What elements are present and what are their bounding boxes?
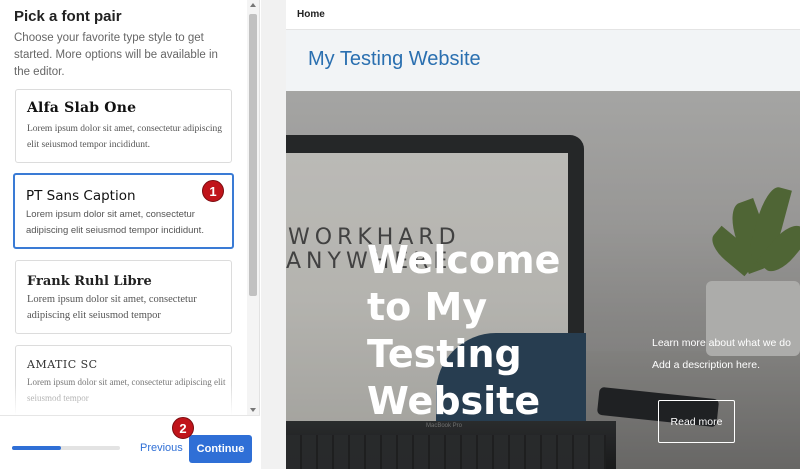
continue-button[interactable]: Continue [189, 435, 252, 463]
site-title[interactable]: My Testing Website [308, 48, 481, 71]
wizard-footer: Previous Continue [0, 415, 260, 469]
site-header: My Testing Website [286, 30, 800, 91]
font-pair-card-pt-sans-caption[interactable]: PT Sans Caption Lorem ipsum dolor sit am… [13, 173, 234, 249]
website-preview: Home My Testing Website WORKHARD ANYWHER… [286, 0, 800, 469]
panel-scrollbar[interactable] [247, 0, 259, 415]
hero-description-2[interactable]: Add a description here. [652, 359, 760, 371]
progress-bar-fill [12, 446, 61, 450]
panel-description: Choose your favorite type style to get s… [14, 32, 218, 78]
font-pair-sample: Lorem ipsum dolor sit amet, consectetur … [26, 209, 204, 236]
app-root: Pick a font pair Choose your favorite ty… [0, 0, 800, 469]
font-pair-title: PT Sans Caption [26, 188, 136, 204]
font-pair-title: Alfa Slab One [27, 100, 137, 116]
annotation-marker-2: 2 [172, 417, 194, 439]
scroll-down-arrow-icon[interactable] [250, 408, 256, 412]
font-pair-card-alfa-slab-one[interactable]: Alfa Slab One Lorem ipsum dolor sit amet… [15, 89, 232, 163]
read-more-button[interactable]: Read more [658, 400, 735, 443]
font-pair-sample: Lorem ipsum dolor sit amet, consectetur … [27, 294, 197, 321]
hero-title[interactable]: Welcome to My Testing Website [367, 237, 617, 425]
hero-description[interactable]: Learn more about what we do [652, 337, 791, 349]
nav-link-home[interactable]: Home [297, 9, 325, 20]
font-picker-panel: Pick a font pair Choose your favorite ty… [0, 0, 260, 469]
font-pair-card-frank-ruhl-libre[interactable]: Frank Ruhl Libre Lorem ipsum dolor sit a… [15, 260, 232, 334]
scroll-up-arrow-icon[interactable] [250, 3, 256, 7]
progress-bar [12, 446, 120, 450]
font-pair-title: Frank Ruhl Libre [27, 274, 152, 289]
panel-divider [261, 0, 286, 469]
font-pair-title: AMATIC SC [27, 358, 98, 371]
hero-section: WORKHARD ANYWHERE MacBook Pro Welcome to… [286, 91, 800, 469]
annotation-marker-1: 1 [202, 180, 224, 202]
scroll-fade [0, 385, 246, 415]
previous-button[interactable]: Previous [140, 442, 183, 454]
font-pair-sample: Lorem ipsum dolor sit amet, consectetur … [27, 124, 222, 150]
panel-title: Pick a font pair [14, 8, 122, 25]
preview-nav-bar: Home [286, 0, 800, 30]
font-picker-scroll-area: Pick a font pair Choose your favorite ty… [0, 0, 246, 415]
scrollbar-thumb[interactable] [249, 14, 257, 296]
